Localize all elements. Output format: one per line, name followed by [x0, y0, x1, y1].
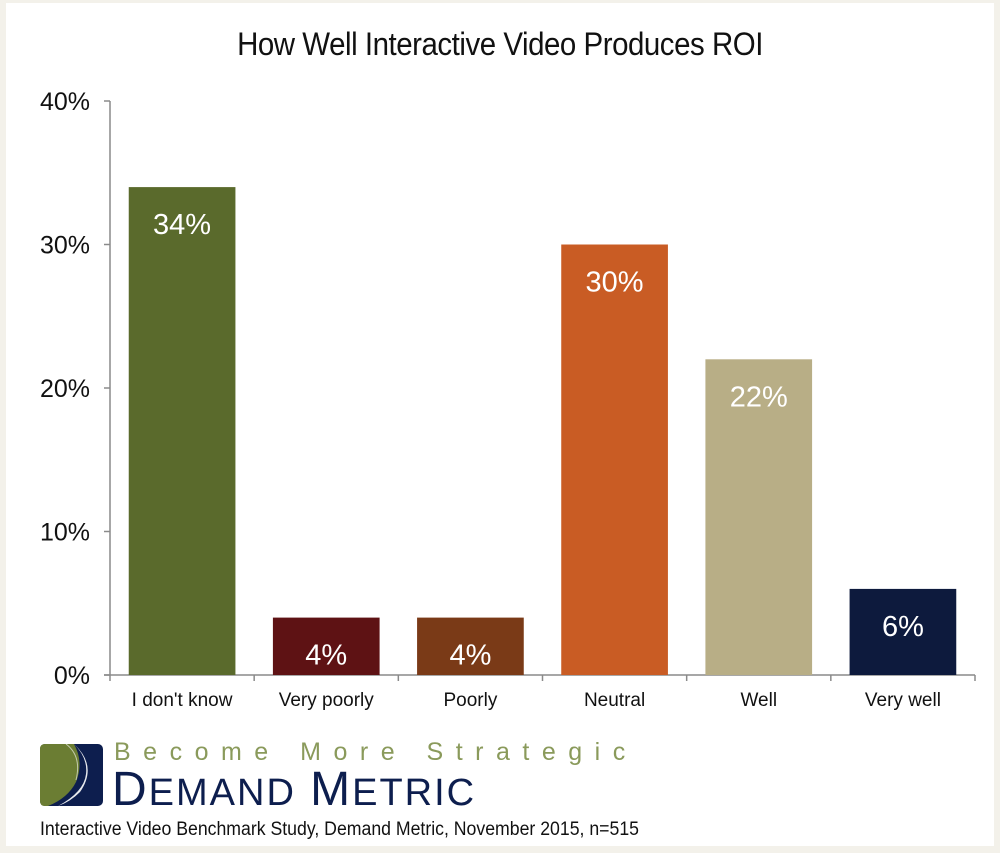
- x-tick-label: Very well: [865, 690, 941, 711]
- y-tick-label: 0%: [54, 662, 90, 690]
- bar-chart: 0% 10% 20% 30% 40% 34% I don't know 4% Very poo…: [40, 88, 976, 711]
- x-tick-label: Poorly: [443, 690, 497, 711]
- bar-neutral: [561, 244, 668, 675]
- data-label: 4%: [305, 640, 347, 672]
- x-tick-label: Neutral: [584, 690, 645, 711]
- data-label: 34%: [153, 209, 211, 241]
- x-tick-label: I don't know: [132, 690, 233, 711]
- chart-labels: 34% I don't know 4% Very poorly 4% Poorly 30% N…: [132, 209, 941, 711]
- y-tick-label: 30%: [40, 232, 90, 260]
- y-tick-label: 20%: [40, 375, 90, 403]
- source-note: Interactive Video Benchmark Study, Deman…: [40, 819, 639, 840]
- data-label: 30%: [586, 267, 644, 299]
- brand-name: DEMAND METRIC: [112, 762, 476, 817]
- x-tick-label: Very poorly: [279, 690, 375, 711]
- brand-name-first: DEMAND: [112, 763, 296, 816]
- chart-bars: [128, 187, 957, 675]
- brand-name-second: METRIC: [310, 763, 477, 816]
- demand-metric-logo-icon: [40, 744, 103, 806]
- x-tick-label: Well: [740, 690, 777, 711]
- y-tick-label: 40%: [40, 88, 90, 116]
- bar-i-don-t-know: [128, 187, 236, 675]
- data-label: 6%: [882, 611, 924, 643]
- data-label: 22%: [730, 381, 788, 413]
- data-label: 4%: [449, 640, 491, 672]
- y-tick-label: 10%: [40, 519, 90, 547]
